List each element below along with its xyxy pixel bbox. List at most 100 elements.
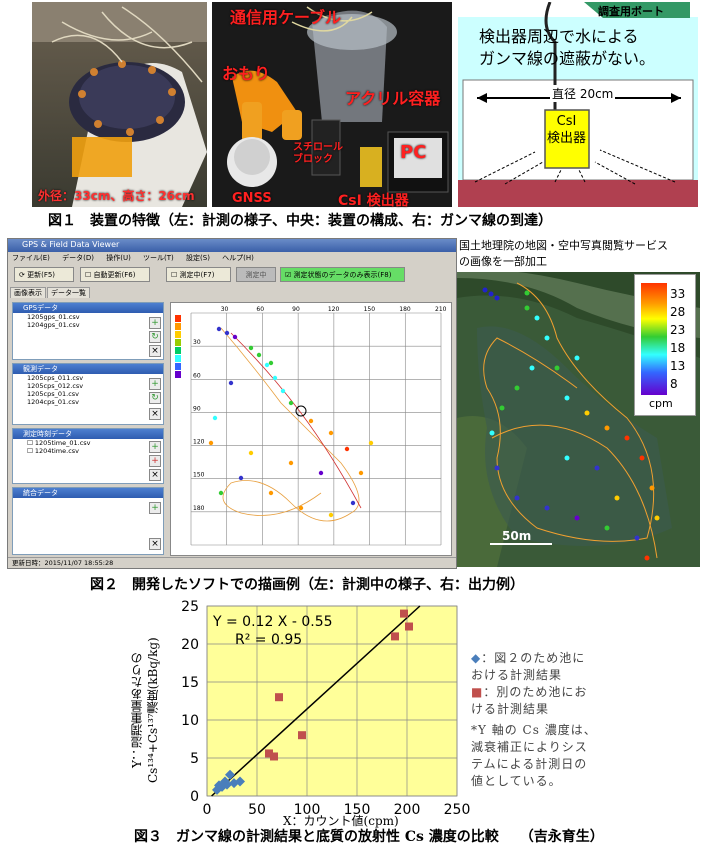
- file-item[interactable]: 1205cps_011.csv: [13, 374, 163, 382]
- menu-help[interactable]: ヘルプ(H): [222, 254, 254, 262]
- measuring-status-button[interactable]: 測定中: [236, 267, 276, 282]
- delete-file-button[interactable]: +: [149, 455, 161, 467]
- track-point: [208, 440, 214, 446]
- y-tick-label: 30: [193, 339, 201, 346]
- remove-file-button[interactable]: ×: [149, 345, 161, 357]
- x-tick-label: 90: [292, 306, 300, 313]
- remove-file-button[interactable]: ×: [149, 469, 161, 481]
- legend-label: 33: [670, 287, 686, 301]
- track-point: [368, 440, 374, 446]
- map-point: [634, 535, 640, 541]
- regression-equation: Y = 0.12 X - 0.55: [212, 614, 333, 630]
- map-point: [494, 295, 500, 301]
- integrated-data-panel: 統合データ + ×: [12, 487, 164, 555]
- fig1-caption: 図１ 装置の特徴（左：計測の様子、中央：装置の構成、右：ガンマ線の到達）: [48, 213, 552, 229]
- refresh-button[interactable]: ⟳ 更新(F5): [14, 267, 74, 282]
- menu-settings[interactable]: 設定(S): [186, 254, 210, 262]
- map-point: [564, 395, 570, 401]
- file-item[interactable]: 1205gps_01.csv: [13, 313, 163, 321]
- panel-title: GPSデータ: [13, 303, 163, 313]
- add-file-button[interactable]: +: [149, 502, 161, 514]
- file-item[interactable]: ☐ 1204time.csv: [13, 447, 163, 455]
- time-data-panel: 測定時刻データ ☐ 1205time_01.csv ☐ 1204time.csv…: [12, 428, 164, 484]
- auto-refresh-toggle[interactable]: ☐ 自動更新(F6): [80, 267, 150, 282]
- map-point: [564, 455, 570, 461]
- tab-data-list[interactable]: データ一覧: [47, 287, 90, 298]
- menu-operation[interactable]: 操作(U): [106, 254, 131, 262]
- file-item[interactable]: 1204gps_01.csv: [13, 321, 163, 329]
- y-axis-label-line2: Cs¹³⁴+Cs¹³⁷濃度(kBq/kg): [146, 637, 160, 783]
- add-file-button[interactable]: +: [149, 317, 161, 329]
- track-point: [308, 418, 314, 424]
- map-point: [624, 435, 630, 441]
- track-point: [228, 380, 234, 386]
- track-point: [238, 475, 244, 481]
- track-point: [344, 446, 350, 452]
- menu-tools[interactable]: ツール(T): [143, 254, 174, 262]
- shielding-text: 検出器周辺で水による ガンマ線の遮蔽がない。: [479, 27, 656, 68]
- legend-label: 18: [670, 341, 686, 355]
- window-title: GPS & Field Data Viewer: [22, 240, 120, 249]
- x-tick-label: 0: [203, 802, 212, 818]
- track-point: [280, 388, 286, 394]
- map-point: [524, 290, 530, 296]
- track-point: [328, 512, 334, 518]
- track-point: [268, 490, 274, 496]
- observation-data-panel: 観測データ 1205cps_011.csv 1205cps_012.csv 12…: [12, 363, 164, 425]
- file-name: 1204time.csv: [34, 447, 80, 455]
- view-tabs: 画像表示 データ一覧: [10, 287, 91, 298]
- map-header: 国土地理院の地図・空中写真閲覧サービス の画像を一部加工: [457, 238, 700, 272]
- legend-label: 28: [670, 305, 686, 319]
- footnote: *Y 軸の Cs 濃度は、 減衰補正によりシス テムによる計測日の 値としている…: [471, 723, 597, 788]
- tab-image[interactable]: 画像表示: [10, 287, 46, 298]
- add-file-button[interactable]: +: [149, 378, 161, 390]
- legend-label: 23: [670, 323, 686, 337]
- track-path: [220, 327, 360, 522]
- track-point: [256, 352, 262, 358]
- y-tick-label: 15: [181, 675, 199, 691]
- edit-file-button[interactable]: ↻: [149, 331, 161, 343]
- palette-swatch: [175, 323, 181, 330]
- show-status-toggle[interactable]: ☑ 測定状態のデータのみ表示(F8): [280, 267, 405, 282]
- y-tick-label: 60: [193, 372, 201, 379]
- remove-file-button[interactable]: ×: [149, 538, 161, 550]
- r-squared: R² = 0.95: [235, 632, 302, 648]
- measuring-toggle[interactable]: ☐ 測定中(F7): [166, 267, 231, 282]
- y-tick-label: 150: [193, 472, 205, 479]
- y-tick-label: 0: [190, 789, 199, 805]
- palette-swatch: [175, 355, 181, 362]
- file-item[interactable]: ☐ 1205time_01.csv: [13, 439, 163, 447]
- track-point: [272, 375, 278, 381]
- map-point: [494, 465, 500, 471]
- legend-label: 13: [670, 359, 686, 373]
- track-point: [232, 334, 238, 340]
- menu-data[interactable]: データ(D): [62, 254, 94, 262]
- track-point: [218, 490, 224, 496]
- file-item[interactable]: 1205cps_01.csv: [13, 390, 163, 398]
- track-plot[interactable]: 30 60 90 120 150 180 210 30 60 90 120 150 180: [170, 302, 452, 556]
- remove-file-button[interactable]: ×: [149, 408, 161, 420]
- viewer-window: GPS & Field Data Viewer ファイル(E) データ(D) 操…: [7, 238, 457, 569]
- file-item[interactable]: 1205cps_012.csv: [13, 382, 163, 390]
- map-legend: 33 28 23 18 13 8 cpm: [634, 274, 696, 416]
- map-point: [639, 455, 645, 461]
- square-point: [298, 731, 306, 740]
- edit-file-button[interactable]: ↻: [149, 392, 161, 404]
- y-tick-label: 180: [193, 505, 205, 512]
- map-point: [534, 315, 540, 321]
- legend-label: 8: [670, 377, 678, 391]
- styrofoam-label: スチロール ブロック: [293, 142, 343, 165]
- menu-file[interactable]: ファイル(E): [12, 254, 50, 262]
- panel-title: 観測データ: [13, 364, 163, 374]
- fig3-caption: 図３ ガンマ線の計測結果と底質の放射性 Cs 濃度の比較 （吉永育生）: [134, 829, 604, 845]
- file-item[interactable]: 1204cps_01.csv: [13, 398, 163, 406]
- map-point: [604, 425, 610, 431]
- y-axis-label-line1: Y：湿潤重量あたりの: [130, 652, 144, 768]
- toolbar: ⟳ 更新(F5) ☐ 自動更新(F6) ☐ 測定中(F7) 測定中 ☑ 測定状態…: [8, 264, 456, 286]
- diamond-marker: ◆: [471, 651, 482, 665]
- square-point: [400, 609, 408, 618]
- legend-note-square: ■：別のため池にお ける計測結果: [471, 684, 587, 718]
- add-file-button[interactable]: +: [149, 441, 161, 453]
- track-point: [328, 430, 334, 436]
- map-point: [604, 525, 610, 531]
